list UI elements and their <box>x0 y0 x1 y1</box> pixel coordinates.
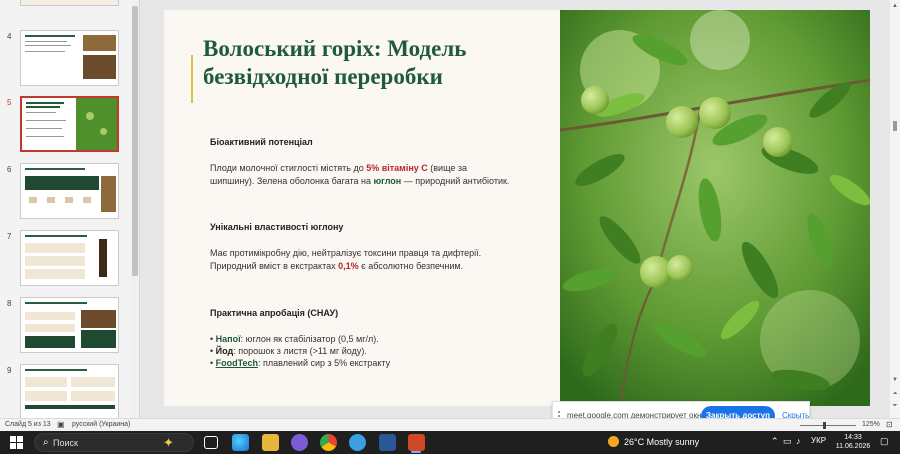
walnut-branch-illustration <box>560 10 870 406</box>
thumbnail-number: 6 <box>7 165 12 174</box>
windows-start-icon[interactable] <box>10 436 23 449</box>
thumbnail-image <box>20 364 119 418</box>
task-view-icon[interactable] <box>204 436 218 449</box>
slide-thumbnail-6[interactable]: 6 <box>0 163 139 223</box>
section-heading: Практична апробація (СНАУ) <box>210 308 339 318</box>
network-icon[interactable]: ▭ <box>783 436 792 447</box>
powerpoint-icon[interactable] <box>408 434 425 451</box>
scrollbar-thumb[interactable] <box>893 121 897 131</box>
thumbnail-image <box>20 0 119 6</box>
scroll-down-icon[interactable]: ▼ <box>891 376 899 384</box>
thumbnail-image <box>20 96 119 152</box>
search-label: Поиск <box>53 438 78 448</box>
edge-browser-icon[interactable] <box>232 434 249 451</box>
editor-scrollbar[interactable]: ▲ ▼ ⏶ ⏷ <box>890 0 900 418</box>
word-icon[interactable] <box>379 434 396 451</box>
title-accent-line <box>191 55 193 103</box>
thumbnail-number: 8 <box>7 299 12 308</box>
slide-thumbnail-4[interactable]: 4 <box>0 30 139 90</box>
section-text: Має протимікробну дію, нейтралізує токси… <box>210 248 482 271</box>
section-bioactive[interactable]: Біоактивний потенціал Плоди молочної сти… <box>210 136 510 188</box>
file-explorer-icon[interactable] <box>262 434 279 451</box>
accessibility-icon[interactable]: ▣ <box>57 420 65 429</box>
walnut-tree-photo[interactable] <box>560 10 870 406</box>
slide-thumbnail-9[interactable]: 9 <box>0 364 139 418</box>
section-heading: Унікальні властивості юглону <box>210 222 344 232</box>
copilot-sparkle-icon: ✦ <box>163 435 174 450</box>
previous-slide-icon[interactable]: ⏶ <box>891 390 899 398</box>
slide-thumbnail-8[interactable]: 8 <box>0 297 139 357</box>
taskbar-search[interactable]: ⌕ Поиск ✦ <box>34 433 194 452</box>
slide-thumbnail-panel: 4 5 6 7 8 9 <box>0 0 140 418</box>
section-heading: Біоактивний потенціал <box>210 137 313 147</box>
scroll-up-icon[interactable]: ▲ <box>891 2 899 10</box>
section-text: Плоди молочної стиглості містять до 5% в… <box>210 163 510 186</box>
viber-icon[interactable] <box>291 434 308 451</box>
list-item: • Йод: порошок з листя (>11 мг йоду). <box>210 346 367 356</box>
next-slide-icon[interactable]: ⏷ <box>891 402 899 410</box>
thumbnail-image <box>20 30 119 86</box>
list-item: • Напої: юглон як стабілізатор (0,5 мг/л… <box>210 334 379 344</box>
system-clock[interactable]: 14:33 11.06.2026 <box>832 433 874 451</box>
weather-widget[interactable]: 26°C Mostly sunny <box>608 436 699 447</box>
chrome-icon[interactable] <box>320 434 337 451</box>
zoom-level[interactable]: 125% <box>862 421 880 428</box>
status-bar: Слайд 5 из 13 ▣ русский (Украина) 125% ⊡ <box>0 418 900 431</box>
slide-editor-canvas: Волоський горіх: Модель безвідходної пер… <box>141 0 890 418</box>
notifications-icon[interactable]: ▢ <box>880 436 889 447</box>
thumbnail-scrollbar[interactable] <box>131 0 139 418</box>
slide-thumbnail-5[interactable]: 5 <box>0 96 139 156</box>
thumbnail-image <box>20 163 119 219</box>
list-item: • FoodTech: плавлений сир з 5% екстракту <box>210 358 391 368</box>
zoom-slider[interactable] <box>800 425 856 426</box>
bullet-list: • Напої: юглон як стабілізатор (0,5 мг/л… <box>210 333 510 369</box>
clock-date: 11.06.2026 <box>835 443 871 450</box>
weather-text: 26°C Mostly sunny <box>624 437 700 447</box>
search-icon: ⌕ <box>43 437 49 448</box>
zoom-slider-knob[interactable] <box>823 422 826 429</box>
active-app-indicator <box>411 451 421 453</box>
sun-icon <box>608 436 619 447</box>
thumbnail-image <box>20 297 119 353</box>
slide-thumbnail-3[interactable] <box>0 0 139 10</box>
tray-overflow-icon[interactable]: ⌃ <box>771 436 779 447</box>
slide[interactable]: Волоський горіх: Модель безвідходної пер… <box>164 10 870 406</box>
fit-slide-icon[interactable]: ⊡ <box>886 420 893 429</box>
thumbnail-number: 7 <box>7 232 12 241</box>
thumbnail-number: 9 <box>7 366 12 375</box>
scrollbar-thumb[interactable] <box>132 6 138 276</box>
volume-icon[interactable]: ♪ <box>796 436 801 446</box>
section-juglone[interactable]: Унікальні властивості юглону Має протимі… <box>210 221 510 273</box>
slide-title[interactable]: Волоський горіх: Модель безвідходної пер… <box>203 35 533 91</box>
section-approbation[interactable]: Практична апробація (СНАУ) • Напої: югло… <box>210 307 510 369</box>
windows-taskbar: ⌕ Поиск ✦ 26°C Mostly sunny ⌃ ▭ ♪ УКР 14… <box>0 431 900 454</box>
thumbnail-number: 4 <box>7 32 12 41</box>
language-indicator[interactable]: русский (Украина) <box>72 421 130 428</box>
slide-counter: Слайд 5 из 13 <box>5 421 51 428</box>
thumbnail-image <box>20 230 119 286</box>
thumbnail-number: 5 <box>7 98 12 107</box>
keyboard-language[interactable]: УКР <box>811 436 826 445</box>
slide-thumbnail-7[interactable]: 7 <box>0 230 139 290</box>
clock-time: 14:33 <box>844 434 862 441</box>
telegram-icon[interactable] <box>349 434 366 451</box>
